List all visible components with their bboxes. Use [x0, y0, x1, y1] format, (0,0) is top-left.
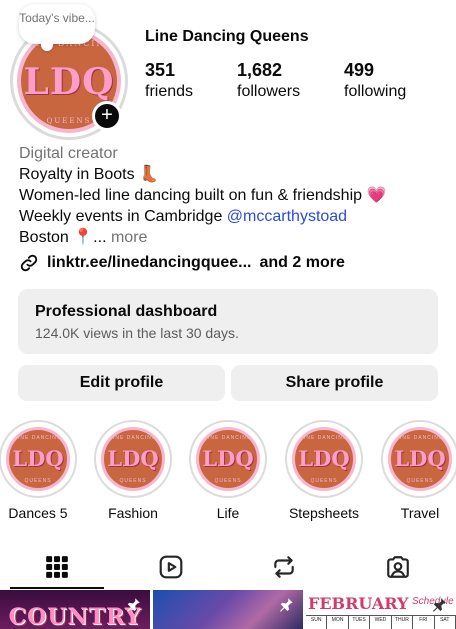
highlight-cover-monogram: LDQ — [298, 446, 350, 471]
post-thumbnail-2[interactable] — [153, 590, 303, 629]
profile-name: Line Dancing Queens — [145, 28, 309, 45]
highlight-cover-arc-bottom: QUEENS — [406, 478, 434, 484]
highlight-cover-arc-bottom: QUEENS — [119, 478, 147, 484]
bio-line-2: Women-led line dancing built on fun & fr… — [19, 187, 387, 204]
bio-line-3-text: Weekly events in Cambridge — [19, 208, 227, 225]
weekday: SUN — [306, 616, 328, 629]
grid-icon — [46, 556, 68, 578]
stat-label: followers — [237, 83, 301, 100]
stat-label: friends — [145, 83, 194, 100]
stat-label: following — [344, 83, 407, 100]
tab-tagged[interactable] — [351, 545, 445, 589]
highlight-cover: LINE DANCING LDQ QUEENS — [101, 427, 165, 491]
tagged-icon — [387, 556, 409, 578]
story-highlights: LINE DANCING LDQ QUEENS Dances 5 LINE DA… — [0, 420, 456, 524]
highlight-cover-monogram: LDQ — [394, 446, 446, 471]
post-3-title: FEBRUARY — [308, 594, 409, 613]
reels-icon — [159, 555, 183, 579]
bio: Digital creator Royalty in Boots 👢 Women… — [19, 143, 439, 248]
highlight-cover-arc-bottom: QUEENS — [310, 478, 338, 484]
tab-reels[interactable] — [124, 545, 218, 589]
posts-grid: COUNTRY FEBRUARY Schedule SUN MON TUES W… — [0, 590, 456, 629]
highlight-dances-5[interactable]: LINE DANCING LDQ QUEENS Dances 5 — [0, 420, 78, 521]
stat-followers[interactable]: 1,682 followers — [237, 60, 300, 101]
post-thumbnail-3[interactable]: FEBRUARY Schedule SUN MON TUES WED THUR … — [306, 590, 456, 629]
share-profile-button[interactable]: Share profile — [231, 365, 438, 401]
pin-icon — [280, 598, 293, 612]
highlight-cover: LINE DANCING LDQ QUEENS — [292, 427, 356, 491]
bio-more-link[interactable]: more — [111, 229, 147, 246]
reposts-icon — [274, 556, 294, 578]
highlight-cover-arc-top: LINE DANCING — [109, 435, 157, 441]
highlight-cover-arc-bottom: QUEENS — [24, 478, 52, 484]
highlight-cover-arc-top: LINE DANCING — [204, 435, 252, 441]
weekday: SAT — [435, 616, 456, 629]
highlight-cover-monogram: LDQ — [12, 446, 64, 471]
dashboard-title: Professional dashboard — [35, 303, 218, 320]
bio-line-3: Weekly events in Cambridge @mccarthystoa… — [19, 206, 439, 227]
highlight-ring: LINE DANCING LDQ QUEENS — [285, 420, 363, 498]
pin-icon — [433, 598, 446, 612]
highlight-label: Dances 5 — [8, 505, 68, 521]
stat-value: 351 — [145, 60, 176, 80]
highlight-ring: LINE DANCING LDQ QUEENS — [381, 420, 456, 498]
pin-icon — [127, 598, 140, 612]
highlight-cover-monogram: LDQ — [202, 446, 254, 471]
bio-line-4-text: Boston 📍... — [19, 229, 111, 246]
stat-value: 499 — [344, 60, 375, 80]
weekday: FRI — [413, 616, 435, 629]
highlight-cover: LINE DANCING LDQ QUEENS — [6, 427, 70, 491]
add-story-plus-icon[interactable]: + — [92, 101, 122, 131]
highlight-ring: LINE DANCING LDQ QUEENS — [189, 420, 267, 498]
highlight-travel[interactable]: LINE DANCING LDQ QUEENS Travel — [380, 420, 456, 521]
note-bubble[interactable]: Today's vibe... — [19, 4, 95, 51]
weekday: MON — [327, 616, 349, 629]
external-link-row[interactable]: linktr.ee/linedancingquee... and 2 more — [19, 253, 345, 273]
note-text: Today's vibe... — [19, 11, 95, 25]
highlight-label: Fashion — [108, 505, 158, 521]
highlight-stepsheets[interactable]: LINE DANCING LDQ QUEENS Stepsheets — [284, 420, 364, 521]
highlight-cover-arc-top: LINE DANCING — [300, 435, 348, 441]
edit-profile-button[interactable]: Edit profile — [18, 365, 225, 401]
highlight-cover-monogram: LDQ — [107, 446, 159, 471]
weekday: WED — [370, 616, 392, 629]
highlight-label: Stepsheets — [288, 505, 360, 521]
highlight-cover-arc-top: LINE DANCING — [396, 435, 444, 441]
tab-posts-grid[interactable] — [10, 545, 104, 589]
weekday: THUR — [392, 616, 414, 629]
highlight-cover: LINE DANCING LDQ QUEENS — [388, 427, 452, 491]
highlight-ring: LINE DANCING LDQ QUEENS — [94, 420, 172, 498]
external-link-text[interactable]: linktr.ee/linedancingquee... — [47, 254, 252, 272]
highlight-life[interactable]: LINE DANCING LDQ QUEENS Life — [188, 420, 268, 521]
highlight-fashion[interactable]: LINE DANCING LDQ QUEENS Fashion — [93, 420, 173, 521]
highlight-cover-arc-top: LINE DANCING — [14, 435, 62, 441]
bio-mention-link[interactable]: @mccarthystoad — [227, 208, 347, 225]
bio-line-1: Royalty in Boots 👢 — [19, 166, 159, 183]
professional-dashboard[interactable]: Professional dashboard 124.0K views in t… — [18, 289, 438, 354]
highlight-label: Life — [216, 505, 240, 521]
bio-line-4: Boston 📍... more — [19, 227, 439, 248]
highlight-cover-arc-bottom: QUEENS — [214, 478, 242, 484]
highlight-label: Travel — [400, 505, 440, 521]
post-thumbnail-1[interactable]: COUNTRY — [0, 590, 150, 629]
link-icon — [20, 254, 38, 272]
tab-reposts[interactable] — [237, 545, 331, 589]
weekday: TUES — [349, 616, 371, 629]
dashboard-subtitle: 124.0K views in the last 30 days. — [35, 325, 239, 341]
post-3-weekdays: SUN MON TUES WED THUR FRI SAT — [306, 615, 456, 629]
external-link-more[interactable]: and 2 more — [260, 254, 345, 272]
stat-following[interactable]: 499 following — [344, 60, 406, 101]
profile-tabs — [0, 545, 456, 589]
highlight-cover: LINE DANCING LDQ QUEENS — [196, 427, 260, 491]
highlight-ring: LINE DANCING LDQ QUEENS — [0, 420, 77, 498]
stat-friends[interactable]: 351 friends — [145, 60, 193, 101]
profile-stats: 351 friends 1,682 followers 499 followin… — [0, 60, 456, 104]
stat-value: 1,682 — [237, 60, 283, 80]
bio-category: Digital creator — [19, 145, 118, 162]
